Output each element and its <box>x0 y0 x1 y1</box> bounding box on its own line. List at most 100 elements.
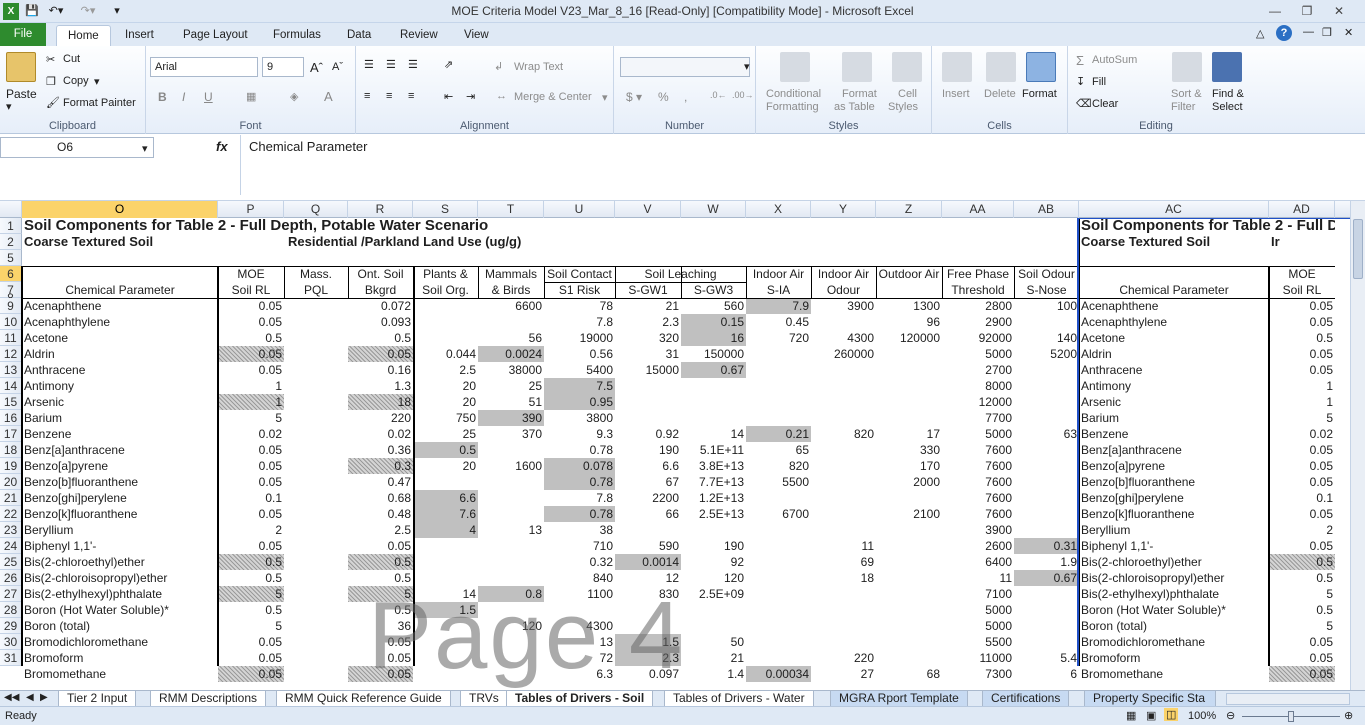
value-cell[interactable]: 6 <box>1014 666 1079 682</box>
value-cell[interactable]: 4300 <box>811 330 876 346</box>
zoom-in-icon[interactable]: ⊕ <box>1344 709 1353 722</box>
value-cell[interactable]: 150000 <box>681 346 746 362</box>
value-cell[interactable]: 0.05 <box>1269 538 1335 554</box>
row-header-17[interactable]: 17 <box>0 426 22 442</box>
tab-review[interactable]: Review <box>389 25 449 46</box>
value-cell[interactable]: 5000 <box>942 602 1014 618</box>
value-cell[interactable]: 120000 <box>876 330 942 346</box>
find-select-button[interactable]: Find & <box>1212 88 1244 100</box>
parameter-name[interactable]: Bis(2-ethylhexyl)phthalate <box>22 586 218 602</box>
value-cell[interactable]: 5000 <box>942 426 1014 442</box>
value-cell[interactable]: 2900 <box>942 314 1014 330</box>
value-cell[interactable]: 1.9 <box>1014 554 1079 570</box>
value-cell[interactable]: 1 <box>1269 394 1335 410</box>
header6-o[interactable]: Chemical Parameter <box>22 282 218 298</box>
parameter-name[interactable]: Benzo[b]fluoranthene <box>22 474 218 490</box>
normal-view-icon[interactable]: ▦ <box>1126 709 1136 722</box>
value-cell[interactable] <box>876 586 942 602</box>
value-cell[interactable]: 0.093 <box>348 314 413 330</box>
header5-x[interactable]: Indoor Air <box>746 266 811 282</box>
value-cell[interactable]: 18 <box>348 394 413 410</box>
value-cell[interactable]: 120 <box>478 618 544 634</box>
value-cell[interactable]: 7.5 <box>544 378 615 394</box>
value-cell[interactable] <box>746 634 811 650</box>
value-cell[interactable] <box>1014 410 1079 426</box>
value-cell[interactable]: 0.05 <box>218 666 284 682</box>
value-cell[interactable] <box>876 570 942 586</box>
value-cell[interactable]: 2.5E+09 <box>681 586 746 602</box>
value-cell[interactable]: 38000 <box>478 362 544 378</box>
value-cell[interactable] <box>284 554 348 570</box>
value-cell[interactable] <box>746 554 811 570</box>
value-cell[interactable]: 6.6 <box>413 490 478 506</box>
shrink-font-icon[interactable]: Aˇ <box>332 61 343 73</box>
value-cell[interactable] <box>1014 490 1079 506</box>
value-cell[interactable]: 11000 <box>942 650 1014 666</box>
value-cell[interactable] <box>544 602 615 618</box>
parameter-name[interactable]: Arsenic <box>1079 394 1269 410</box>
value-cell[interactable] <box>284 522 348 538</box>
value-cell[interactable]: 560 <box>681 298 746 314</box>
value-cell[interactable]: 18 <box>811 570 876 586</box>
value-cell[interactable]: 63 <box>1014 426 1079 442</box>
tab-insert[interactable]: Insert <box>114 25 165 46</box>
align-center-icon[interactable]: ≡ <box>386 90 392 102</box>
value-cell[interactable] <box>413 554 478 570</box>
value-cell[interactable]: 56 <box>478 330 544 346</box>
prev-sheet-icon[interactable]: ◀ <box>26 692 34 703</box>
header5-ab[interactable]: Soil Odour <box>1014 266 1079 282</box>
header6-z[interactable] <box>876 282 942 298</box>
value-cell[interactable]: 0.072 <box>348 298 413 314</box>
value-cell[interactable] <box>811 490 876 506</box>
parameter-name[interactable]: Bromodichloromethane <box>1079 634 1269 650</box>
value-cell[interactable]: 0.32 <box>544 554 615 570</box>
value-cell[interactable]: 840 <box>544 570 615 586</box>
value-cell[interactable]: 220 <box>348 410 413 426</box>
value-cell[interactable]: 5 <box>218 618 284 634</box>
value-cell[interactable] <box>478 474 544 490</box>
value-cell[interactable] <box>413 330 478 346</box>
value-cell[interactable]: 3800 <box>544 410 615 426</box>
value-cell[interactable]: 4300 <box>544 618 615 634</box>
value-cell[interactable]: 710 <box>544 538 615 554</box>
value-cell[interactable]: 5 <box>1269 410 1335 426</box>
value-cell[interactable]: 38 <box>544 522 615 538</box>
value-cell[interactable] <box>1014 442 1079 458</box>
page-layout-view-icon[interactable]: ▣ <box>1146 709 1156 722</box>
delete-cells-button[interactable]: Delete <box>984 88 1016 100</box>
parameter-name[interactable]: Beryllium <box>1079 522 1269 538</box>
value-cell[interactable]: 2200 <box>615 490 681 506</box>
parameter-name[interactable]: Acetone <box>22 330 218 346</box>
land-use-label-right[interactable]: Ir <box>1269 234 1335 250</box>
value-cell[interactable] <box>478 554 544 570</box>
value-cell[interactable] <box>413 634 478 650</box>
value-cell[interactable]: 0.5 <box>218 330 284 346</box>
value-cell[interactable]: 6700 <box>746 506 811 522</box>
cell-styles-button[interactable]: Cell <box>898 88 917 100</box>
value-cell[interactable]: 260000 <box>811 346 876 362</box>
value-cell[interactable]: 0.5 <box>1269 554 1335 570</box>
value-cell[interactable]: 0.5 <box>348 330 413 346</box>
header6-ab[interactable]: S-Nose <box>1014 282 1079 298</box>
value-cell[interactable] <box>284 506 348 522</box>
copy-button[interactable]: Copy <box>63 75 89 87</box>
value-cell[interactable]: 0.05 <box>1269 458 1335 474</box>
column-header-z[interactable]: Z <box>876 201 942 218</box>
value-cell[interactable] <box>876 362 942 378</box>
sort-filter-button[interactable]: Sort & <box>1171 88 1202 100</box>
minimize-icon[interactable]: — <box>1262 2 1288 20</box>
value-cell[interactable]: 820 <box>746 458 811 474</box>
header5-q[interactable]: Mass. <box>284 266 348 282</box>
value-cell[interactable]: 0.05 <box>218 346 284 362</box>
value-cell[interactable]: 78 <box>544 298 615 314</box>
value-cell[interactable]: 190 <box>615 442 681 458</box>
value-cell[interactable]: 1100 <box>544 586 615 602</box>
value-cell[interactable]: 140 <box>1014 330 1079 346</box>
value-cell[interactable] <box>1014 586 1079 602</box>
paste-button[interactable]: Paste <box>6 87 37 101</box>
parameter-name[interactable]: Beryllium <box>22 522 218 538</box>
header6-x[interactable]: S-IA <box>746 282 811 298</box>
underline-icon[interactable]: U <box>204 90 213 104</box>
value-cell[interactable]: 1600 <box>478 458 544 474</box>
header6-r[interactable]: Bkgrd <box>348 282 413 298</box>
